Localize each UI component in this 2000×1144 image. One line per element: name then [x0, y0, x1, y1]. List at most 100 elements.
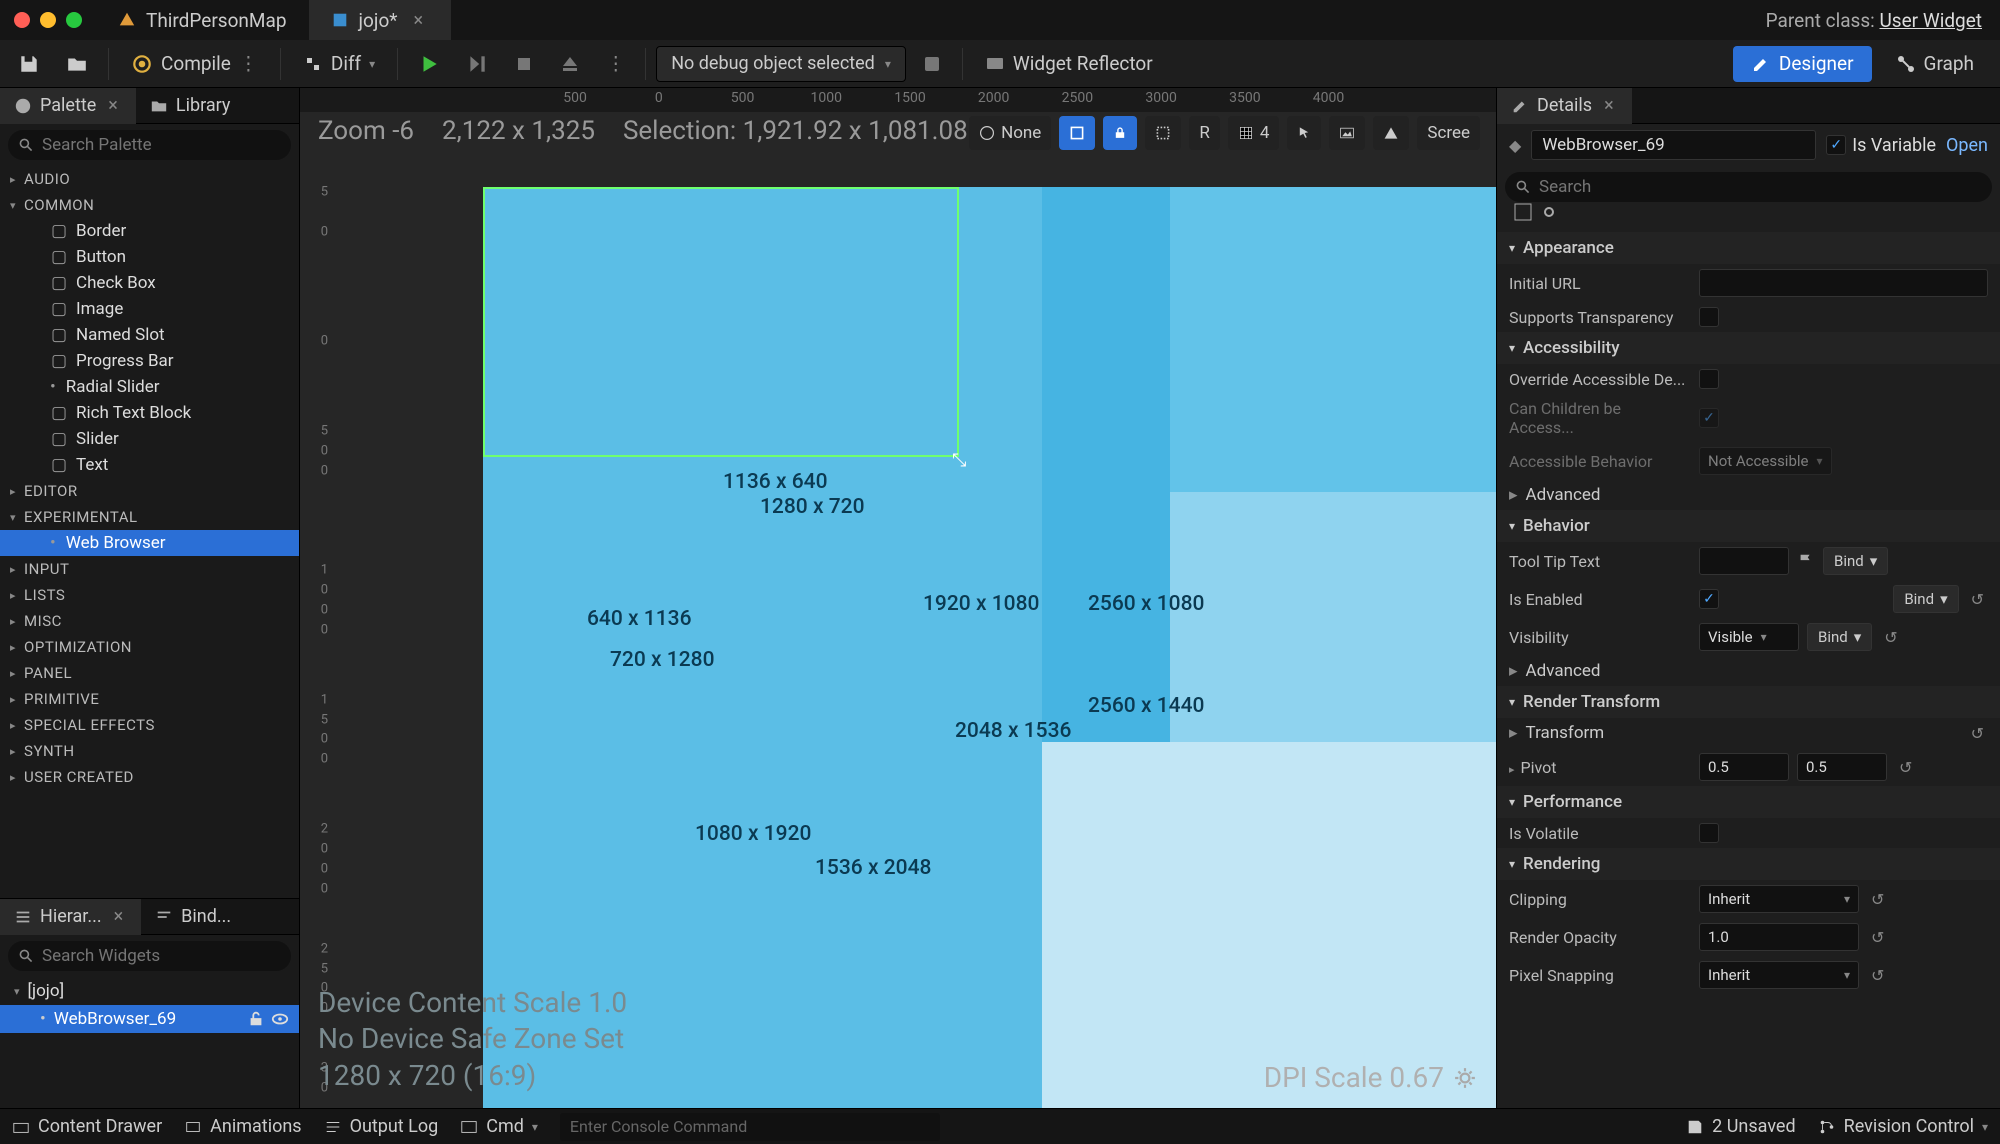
minimize-window-icon[interactable]	[40, 12, 56, 28]
unsaved-button[interactable]: 2 Unsaved	[1686, 1116, 1795, 1137]
palette-item[interactable]: ▢Border	[0, 218, 299, 244]
compile-options-icon[interactable]: ⋮	[239, 52, 258, 75]
hierarchy-search-input[interactable]	[42, 946, 281, 966]
warning-toggle[interactable]	[1373, 116, 1409, 150]
play-button[interactable]	[408, 46, 450, 82]
visibility-combo[interactable]: Visible▾	[1699, 623, 1799, 651]
reset-icon[interactable]: ↺	[1895, 758, 1916, 777]
palette-category[interactable]: ▸SYNTH	[0, 738, 299, 764]
reset-icon[interactable]: ↺	[1867, 966, 1888, 985]
resize-handle-icon[interactable]: ⤡	[952, 450, 966, 471]
cat-rendering[interactable]: ▾Rendering	[1497, 848, 2000, 880]
initial-url-field[interactable]	[1699, 269, 1988, 297]
gear-icon[interactable]	[1539, 202, 1559, 222]
reset-icon[interactable]: ↺	[1967, 590, 1988, 609]
palette-category[interactable]: ▸USER CREATED	[0, 764, 299, 790]
palette-category[interactable]: ▸SPECIAL EFFECTS	[0, 712, 299, 738]
compile-button[interactable]: Compile ⋮	[119, 46, 270, 82]
step-button[interactable]	[456, 46, 498, 82]
expand-icon[interactable]: ▾	[14, 985, 20, 998]
diff-button[interactable]: Diff ▾	[291, 46, 387, 82]
cmd-selector[interactable]: Cmd▾	[460, 1116, 538, 1137]
transform-expand[interactable]: ▸Transform↺	[1497, 718, 2000, 748]
tab-hierarchy[interactable]: Hierar... ×	[0, 899, 141, 935]
tab-library[interactable]: Library	[136, 88, 245, 124]
hierarchy-item-webbrowser[interactable]: • WebBrowser_69	[0, 1005, 299, 1033]
palette-category[interactable]: ▸OPTIMIZATION	[0, 634, 299, 660]
content-drawer-button[interactable]: Content Drawer	[12, 1116, 162, 1137]
details-search[interactable]	[1505, 172, 1992, 202]
enabled-bind-button[interactable]: Bind▾	[1893, 585, 1958, 613]
tab-jojo[interactable]: jojo* ×	[309, 0, 452, 40]
tooltip-bind-button[interactable]: Bind▾	[1823, 547, 1888, 575]
close-panel-icon[interactable]: ×	[104, 95, 122, 116]
respect-locks-toggle[interactable]: R	[1189, 116, 1219, 150]
image-toggle[interactable]	[1329, 116, 1365, 150]
hierarchy-search[interactable]	[8, 941, 291, 971]
advanced-toggle[interactable]: ▸Advanced	[1497, 656, 2000, 686]
eye-icon[interactable]	[271, 1010, 289, 1028]
palette-category[interactable]: ▸INPUT	[0, 556, 299, 582]
tab-thirdpersonmap[interactable]: ThirdPersonMap	[96, 0, 309, 40]
palette-category[interactable]: ▸PRIMITIVE	[0, 686, 299, 712]
override-accessible-checkbox[interactable]	[1699, 369, 1719, 389]
reset-icon[interactable]: ↺	[1967, 724, 1988, 743]
console-input[interactable]: Enter Console Command	[560, 1113, 940, 1141]
debug-object-selector[interactable]: No debug object selected ▾	[656, 46, 906, 82]
tab-palette[interactable]: Palette ×	[0, 88, 136, 124]
revision-control-button[interactable]: Revision Control▾	[1818, 1116, 1988, 1137]
is-variable-checkbox[interactable]: ✓Is Variable	[1826, 135, 1936, 156]
render-opacity-field[interactable]	[1699, 923, 1859, 951]
maximize-window-icon[interactable]	[66, 12, 82, 28]
palette-category[interactable]: ▸LISTS	[0, 582, 299, 608]
palette-item[interactable]: ▢Text	[0, 452, 299, 478]
unlock-icon[interactable]	[247, 1010, 265, 1028]
tab-details[interactable]: Details ×	[1497, 88, 1632, 124]
palette-item[interactable]: Web Browser	[0, 530, 299, 556]
save-button[interactable]	[8, 46, 50, 82]
advanced-toggle[interactable]: ▸Advanced	[1497, 480, 2000, 510]
browse-button[interactable]	[56, 46, 98, 82]
stop-button[interactable]	[504, 46, 544, 82]
cat-accessibility[interactable]: ▾Accessibility	[1497, 332, 2000, 364]
tooltip-text-field[interactable]	[1699, 547, 1789, 575]
selection-frame[interactable]	[483, 187, 959, 457]
palette-search[interactable]	[8, 130, 291, 160]
cat-render-transform[interactable]: ▾Render Transform	[1497, 686, 2000, 718]
palette-category[interactable]: ▸MISC	[0, 608, 299, 634]
property-matrix-icon[interactable]	[1513, 202, 1533, 222]
cat-appearance[interactable]: ▾Appearance	[1497, 232, 2000, 264]
reset-icon[interactable]: ↺	[1867, 928, 1888, 947]
palette-search-input[interactable]	[42, 135, 281, 155]
palette-item[interactable]: ▢Button	[0, 244, 299, 270]
open-link[interactable]: Open	[1946, 135, 1988, 156]
layout-toggle[interactable]	[1059, 116, 1095, 150]
pivot-y-field[interactable]	[1797, 753, 1887, 781]
animations-button[interactable]: Animations	[184, 1116, 301, 1137]
palette-item[interactable]: Radial Slider	[0, 374, 299, 400]
flag-icon[interactable]	[1797, 552, 1815, 570]
volatile-checkbox[interactable]	[1699, 823, 1719, 843]
loc-button[interactable]: None	[969, 116, 1051, 150]
close-panel-icon[interactable]: ×	[110, 906, 128, 927]
designer-viewport[interactable]: 50005001000150020002500300035004000 Zoom…	[300, 88, 1496, 1108]
pixel-snapping-combo[interactable]: Inherit▾	[1699, 961, 1859, 989]
grid-snap[interactable]: 4	[1228, 116, 1280, 150]
reset-icon[interactable]: ↺	[1880, 628, 1901, 647]
clipping-combo[interactable]: Inherit▾	[1699, 885, 1859, 913]
screen-size-button[interactable]: Scree	[1417, 116, 1480, 150]
parent-class-link[interactable]: User Widget	[1879, 9, 1982, 32]
designer-mode-button[interactable]: Designer	[1733, 46, 1872, 82]
palette-category[interactable]: ▾EXPERIMENTAL	[0, 504, 299, 530]
palette-item[interactable]: ▢Slider	[0, 426, 299, 452]
transparency-checkbox[interactable]	[1699, 307, 1719, 327]
lock-toggle[interactable]	[1103, 116, 1137, 150]
close-tab-icon[interactable]: ×	[407, 10, 429, 31]
enabled-checkbox[interactable]: ✓	[1699, 589, 1719, 609]
widget-reflector-button[interactable]: Widget Reflector	[973, 46, 1165, 82]
palette-item[interactable]: ▢Image	[0, 296, 299, 322]
palette-item[interactable]: ▢Progress Bar	[0, 348, 299, 374]
pivot-x-field[interactable]	[1699, 753, 1789, 781]
hierarchy-root[interactable]: ▾ [jojo]	[0, 977, 299, 1005]
palette-item[interactable]: ▢Check Box	[0, 270, 299, 296]
